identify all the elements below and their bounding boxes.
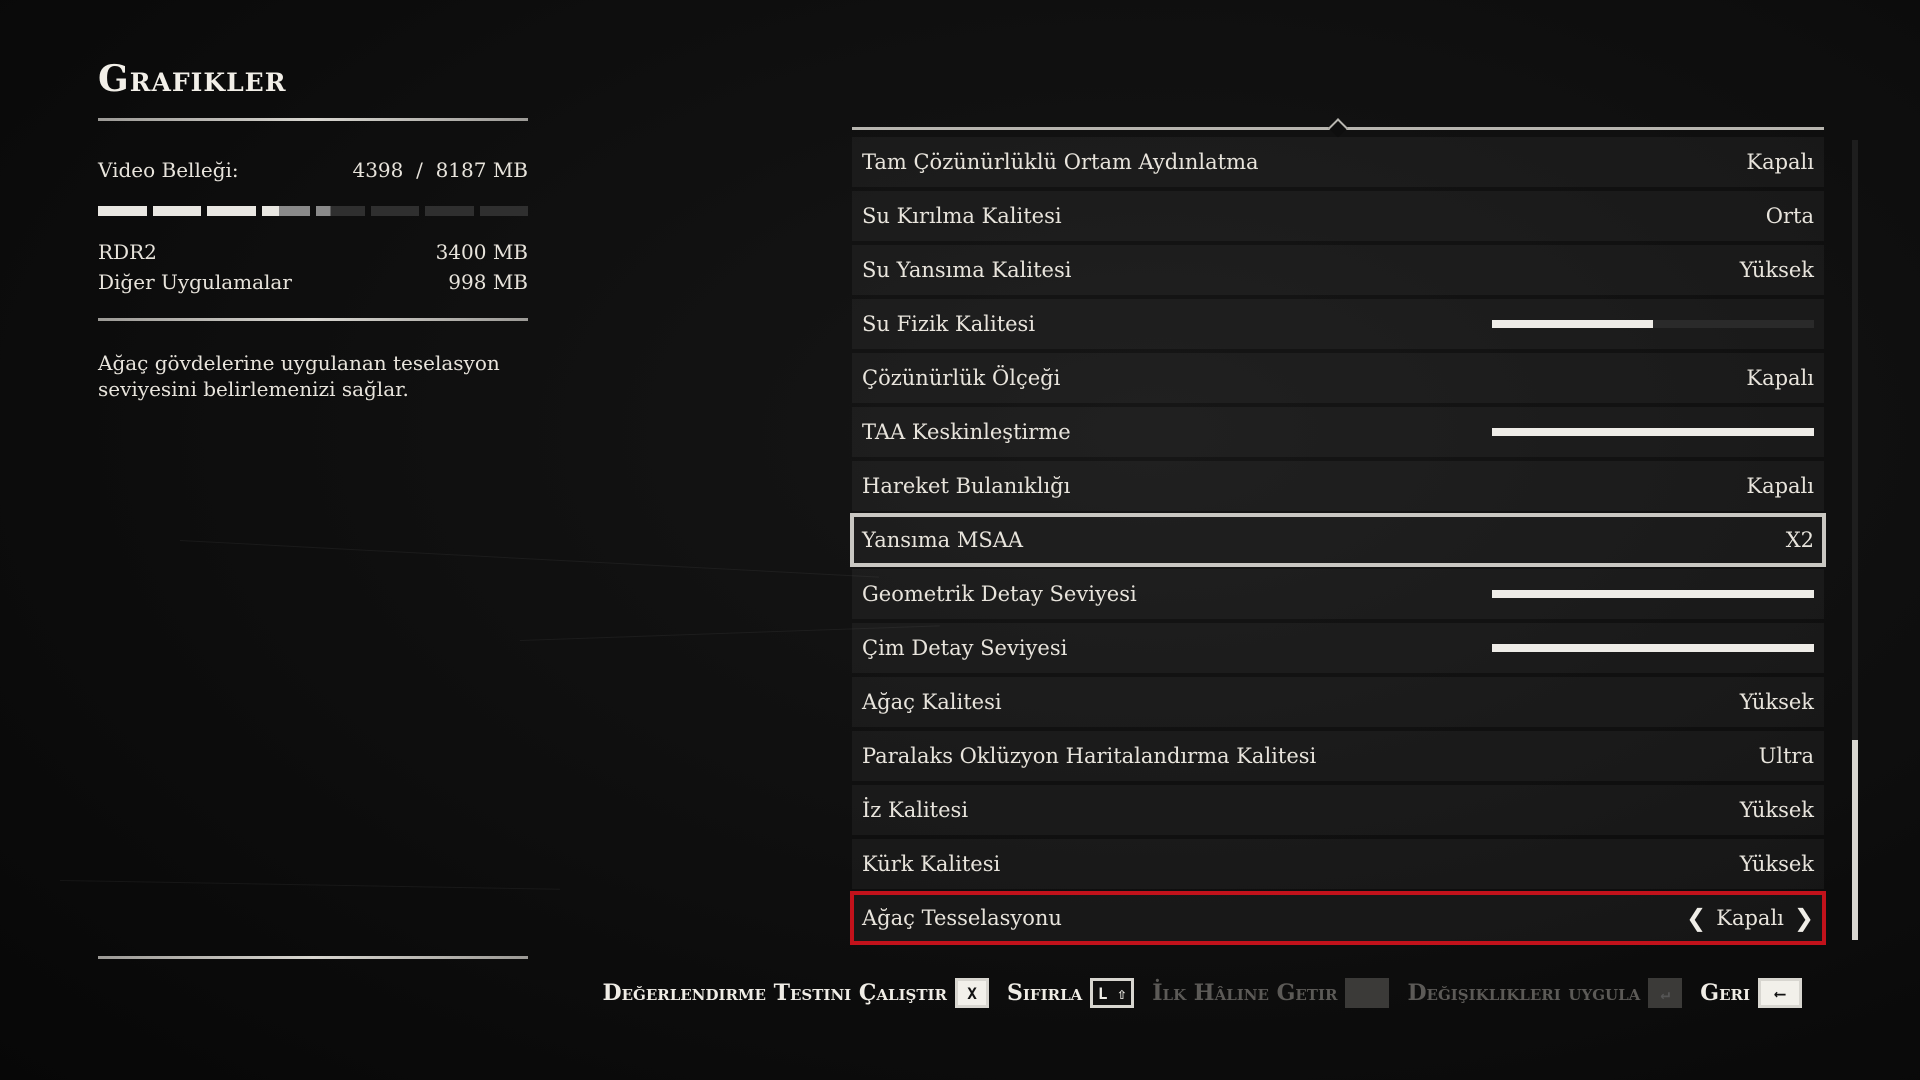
space-key-icon	[1345, 978, 1390, 1008]
setting-value: Yüksek	[1739, 690, 1814, 714]
setting-row[interactable]: Kürk Kalitesi Yüksek	[852, 839, 1824, 889]
page-title: Grafikler	[98, 58, 287, 100]
slider-fill	[1492, 428, 1814, 436]
setting-row[interactable]: Su Fizik Kalitesi	[852, 299, 1824, 349]
setting-label: Ağaç Kalitesi	[862, 690, 1002, 714]
action-bar: Değerlendirme Testini Çalıştır X Sıfırla…	[603, 978, 1802, 1008]
setting-value: Ultra	[1758, 744, 1814, 768]
setting-value: Yüksek	[1739, 852, 1814, 876]
setting-row[interactable]: Ağaç Kalitesi Yüksek	[852, 677, 1824, 727]
backspace-key-icon: ⟵	[1758, 978, 1802, 1008]
slider-fill	[1492, 320, 1653, 328]
apply-changes-button[interactable]: Değişiklikleri uygula ↵	[1407, 978, 1683, 1008]
setting-row[interactable]: Su Kırılma Kalitesi Orta	[852, 191, 1824, 241]
memory-segment	[316, 206, 365, 216]
setting-value: Yüksek	[1739, 798, 1814, 822]
setting-value: Kapalı	[1716, 906, 1784, 930]
setting-description: Ağaç gövdelerine uygulanan teselasyon se…	[98, 351, 500, 401]
other-apps-memory-row: Diğer Uygulamalar 998 MB	[98, 270, 528, 294]
setting-label: Yansıma MSAA	[862, 528, 1024, 552]
setting-label: Su Yansıma Kalitesi	[862, 258, 1072, 282]
setting-label: Paralaks Oklüzyon Haritalandırma Kalites…	[862, 744, 1317, 768]
rdr2-label: RDR2	[98, 240, 157, 264]
memory-segment	[425, 206, 474, 216]
setting-slider[interactable]	[1492, 590, 1814, 598]
settings-list: Tam Çözünürlüklü Ortam Aydınlatma Kapalı S…	[850, 137, 1826, 947]
setting-value: X2	[1785, 528, 1814, 552]
setting-label: Tam Çözünürlüklü Ortam Aydınlatma	[862, 150, 1259, 174]
setting-row[interactable]: İz Kalitesi Yüksek	[852, 785, 1824, 835]
setting-row[interactable]: Tam Çözünürlüklü Ortam Aydınlatma Kapalı	[852, 137, 1824, 187]
title-divider	[98, 118, 528, 121]
l-shift-key-icon: L ⇧	[1090, 978, 1135, 1008]
setting-value: Orta	[1765, 204, 1814, 228]
reset-button[interactable]: Sıfırla L ⇧	[1007, 978, 1135, 1008]
setting-row[interactable]: Paralaks Oklüzyon Haritalandırma Kalites…	[852, 731, 1824, 781]
setting-value: Kapalı	[1746, 366, 1814, 390]
rdr2-memory-row: RDR2 3400 MB	[98, 240, 528, 264]
memory-segment	[207, 206, 256, 216]
restore-label: İlk Hâline Getir	[1152, 980, 1338, 1006]
chevron-right-icon[interactable]: ❯	[1794, 904, 1814, 932]
setting-label: Su Fizik Kalitesi	[862, 312, 1036, 336]
setting-value: Yüksek	[1739, 258, 1814, 282]
setting-row[interactable]: Hareket Bulanıklığı Kapalı	[852, 461, 1824, 511]
enter-key-icon: ↵	[1648, 978, 1683, 1008]
x-key-icon: X	[955, 978, 990, 1008]
video-memory-value: 4398 / 8187 MB	[352, 158, 528, 182]
back-label: Geri	[1700, 980, 1750, 1006]
scroll-up-indicator	[1328, 118, 1348, 138]
setting-row[interactable]: Ağaç Tesselasyonu ❮ Kapalı ❯	[850, 891, 1826, 945]
setting-label: Geometrik Detay Seviyesi	[862, 582, 1137, 606]
memory-segment	[370, 206, 419, 216]
other-apps-label: Diğer Uygulamalar	[98, 270, 292, 294]
setting-label: TAA Keskinleştirme	[862, 420, 1071, 444]
setting-label: Çim Detay Seviyesi	[862, 636, 1068, 660]
slider-fill	[1492, 590, 1814, 598]
apply-label: Değişiklikleri uygula	[1407, 980, 1641, 1006]
setting-row[interactable]: Yansıma MSAA X2	[850, 513, 1826, 567]
restore-defaults-button[interactable]: İlk Hâline Getir	[1152, 978, 1390, 1008]
memory-segment	[152, 206, 201, 216]
setting-slider[interactable]	[1492, 428, 1814, 436]
setting-label: Ağaç Tesselasyonu	[862, 906, 1062, 930]
setting-slider[interactable]	[1492, 644, 1814, 652]
setting-label: Çözünürlük Ölçeği	[862, 366, 1061, 390]
benchmark-button[interactable]: Değerlendirme Testini Çalıştır X	[603, 978, 990, 1008]
setting-value: Kapalı	[1746, 150, 1814, 174]
setting-label: Kürk Kalitesi	[862, 852, 1001, 876]
other-apps-value: 998 MB	[448, 270, 528, 294]
scrollbar[interactable]	[1852, 140, 1858, 940]
memory-segment	[98, 206, 147, 216]
setting-row[interactable]: TAA Keskinleştirme	[852, 407, 1824, 457]
video-memory-row: Video Belleği: 4398 / 8187 MB	[98, 158, 528, 182]
memory-divider	[98, 318, 528, 321]
benchmark-label: Değerlendirme Testini Çalıştır	[602, 980, 948, 1006]
setting-row[interactable]: Çim Detay Seviyesi	[852, 623, 1824, 673]
setting-value: Kapalı	[1746, 474, 1814, 498]
back-button[interactable]: Geri ⟵	[1700, 978, 1802, 1008]
setting-row[interactable]: Su Yansıma Kalitesi Yüksek	[852, 245, 1824, 295]
setting-label: Hareket Bulanıklığı	[862, 474, 1071, 498]
reset-label: Sıfırla	[1007, 980, 1083, 1006]
memory-segment	[479, 206, 528, 216]
setting-row[interactable]: Çözünürlük Ölçeği Kapalı	[852, 353, 1824, 403]
slider-fill	[1492, 644, 1814, 652]
bottom-divider	[98, 956, 528, 959]
setting-row[interactable]: Geometrik Detay Seviyesi	[852, 569, 1824, 619]
video-memory-label: Video Belleği:	[98, 158, 239, 182]
memory-segment	[261, 206, 310, 216]
setting-slider[interactable]	[1492, 320, 1814, 328]
video-memory-bar	[98, 206, 528, 216]
setting-label: Su Kırılma Kalitesi	[862, 204, 1062, 228]
rdr2-value: 3400 MB	[435, 240, 528, 264]
value-selector[interactable]: ❮ Kapalı ❯	[1686, 904, 1814, 932]
scrollbar-thumb[interactable]	[1852, 740, 1858, 940]
chevron-left-icon[interactable]: ❮	[1686, 904, 1706, 932]
setting-label: İz Kalitesi	[862, 798, 969, 822]
